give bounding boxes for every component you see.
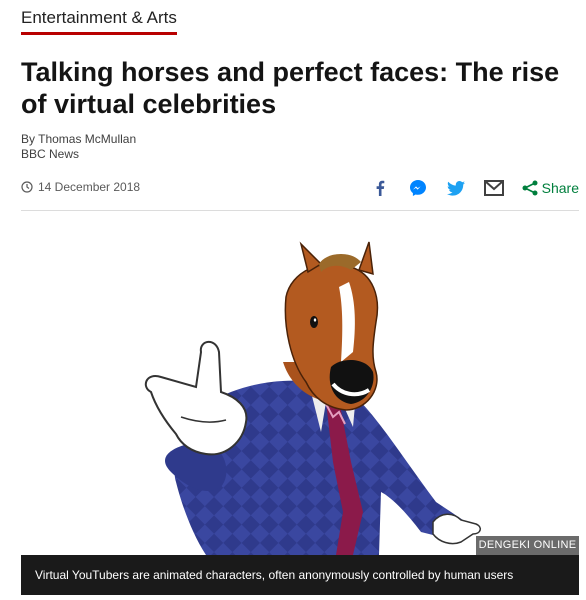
image-credit: DENGEKI ONLINE <box>476 536 579 555</box>
article-headline: Talking horses and perfect faces: The ri… <box>21 57 560 119</box>
share-button[interactable]: Share <box>522 180 579 196</box>
outlet-name: BBC News <box>21 147 80 161</box>
author-name: By Thomas McMullan <box>21 132 137 146</box>
divider <box>21 210 579 211</box>
section-underline <box>21 32 177 35</box>
email-icon[interactable] <box>482 176 506 200</box>
hero-image <box>21 212 579 555</box>
messenger-icon[interactable] <box>406 176 430 200</box>
byline: By Thomas McMullan BBC News <box>21 132 136 162</box>
publish-date: 14 December 2018 <box>21 180 140 194</box>
facebook-icon[interactable] <box>368 176 392 200</box>
date-text: 14 December 2018 <box>38 180 141 194</box>
horse-head-character-illustration <box>144 241 481 555</box>
twitter-icon[interactable] <box>444 176 468 200</box>
clock-icon <box>21 181 33 193</box>
share-label: Share <box>541 180 579 196</box>
share-tools: Share <box>354 176 579 200</box>
image-caption: Virtual YouTubers are animated character… <box>21 555 579 595</box>
share-icon <box>522 180 538 196</box>
section-label: Entertainment & Arts <box>21 8 177 27</box>
section-link[interactable]: Entertainment & Arts <box>21 8 177 35</box>
article-meta: 14 December 2018 Share <box>21 176 579 200</box>
